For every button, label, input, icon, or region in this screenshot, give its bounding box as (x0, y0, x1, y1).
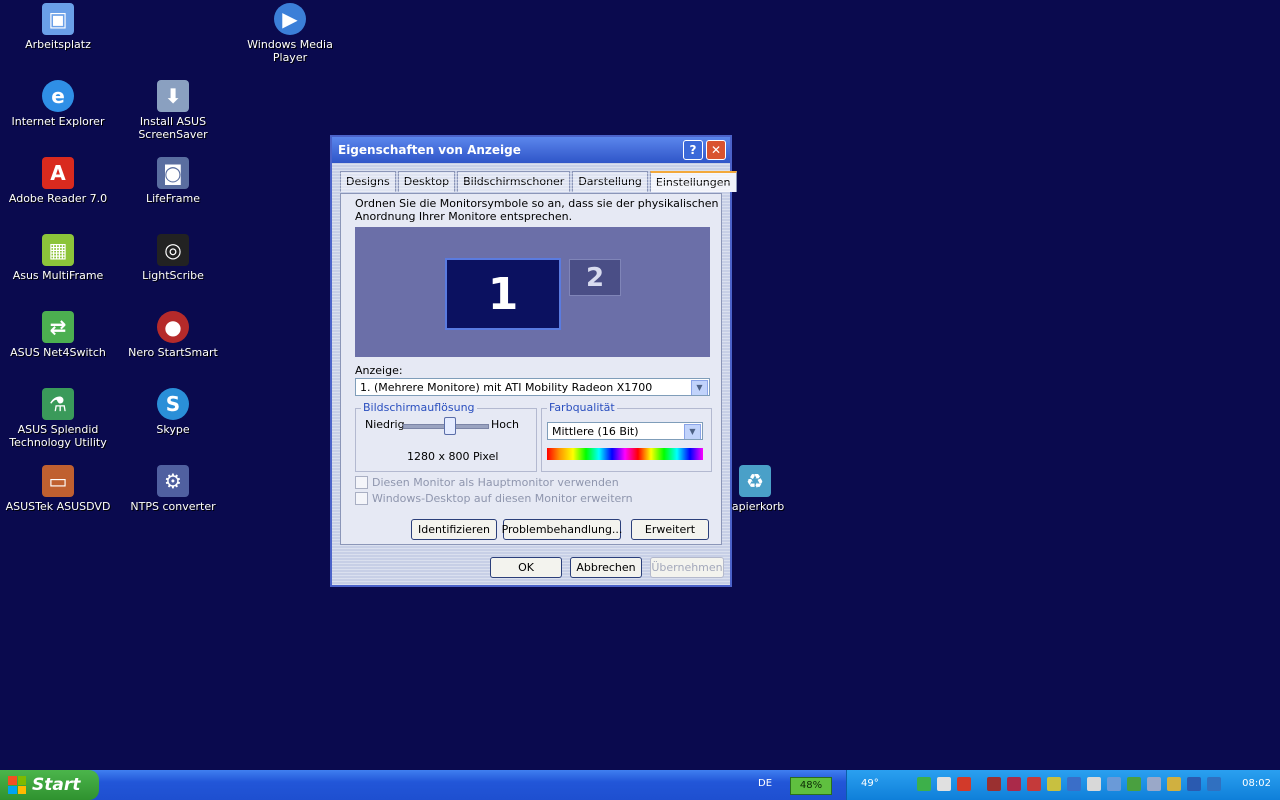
dialog-tabs: Designs Desktop Bildschirmschoner Darste… (332, 163, 737, 192)
display-select[interactable]: 1. (Mehrere Monitore) mit ATI Mobility R… (355, 378, 710, 396)
color-quality-group (541, 408, 712, 472)
color-quality-label: Farbqualität (547, 401, 617, 414)
resolution-slider-thumb[interactable] (443, 417, 456, 435)
monitor-1-icon[interactable]: 1 (445, 258, 561, 330)
apply-button[interactable]: Übernehmen (650, 557, 724, 578)
desktop-icon-install-asus-screensaver[interactable]: ⬇ Install ASUS ScreenSaver (118, 80, 228, 141)
display-select-value: 1. (Mehrere Monitore) mit ATI Mobility R… (360, 381, 653, 394)
lifeframe-icon: ◙ (157, 157, 189, 189)
desktop-icon-ntps-converter[interactable]: ⚙ NTPS converter (118, 465, 228, 513)
tray-display-icon[interactable] (1067, 777, 1081, 791)
desktop-icon-nero-startsmart[interactable]: ● Nero StartSmart (118, 311, 228, 359)
resolution-low-label: Niedrig (365, 418, 405, 431)
chevron-down-icon[interactable]: ▼ (684, 424, 701, 439)
tray-update-icon[interactable] (1127, 777, 1141, 791)
ntps-converter-icon: ⚙ (157, 465, 189, 497)
multiframe-icon: ▦ (42, 234, 74, 266)
resolution-high-label: Hoch (491, 418, 520, 431)
resolution-group-label: Bildschirmauflösung (361, 401, 477, 414)
cancel-button[interactable]: Abbrechen (570, 557, 642, 578)
tab-bildschirmschoner[interactable]: Bildschirmschoner (457, 171, 571, 192)
desktop-icon-skype[interactable]: S Skype (118, 388, 228, 436)
close-button[interactable]: ✕ (706, 140, 726, 160)
resolution-value: 1280 x 800 Pixel (407, 450, 499, 463)
instruction-text: Ordnen Sie die Monitorsymbole so an, das… (355, 197, 719, 223)
desktop-icon-asustek-asusdvd[interactable]: ▭ ASUSTek ASUSDVD (3, 465, 113, 513)
tray-clock-icon[interactable] (1087, 777, 1101, 791)
tray-gauge-icon[interactable] (937, 777, 951, 791)
skype-icon: S (157, 388, 189, 420)
troubleshoot-button[interactable]: Problembehandlung... (502, 519, 622, 540)
computer-icon: ▣ (42, 3, 74, 35)
checkbox-box[interactable] (355, 476, 368, 489)
asusdvd-icon: ▭ (42, 465, 74, 497)
start-button[interactable]: Start (0, 770, 99, 800)
display-properties-dialog: Eigenschaften von Anzeige ? ✕ Designs De… (330, 135, 737, 587)
tray-network-icon[interactable] (917, 777, 931, 791)
tray-bluetooth-icon[interactable] (1187, 777, 1201, 791)
tab-einstellungen[interactable]: Einstellungen (649, 171, 737, 192)
advanced-button[interactable]: Erweitert (631, 519, 709, 540)
splendid-icon: ⚗ (42, 388, 74, 420)
help-button[interactable]: ? (683, 140, 703, 160)
identify-button[interactable]: Identifizieren (411, 519, 497, 540)
tab-darstellung[interactable]: Darstellung (572, 171, 648, 192)
color-quality-value: Mittlere (16 Bit) (552, 425, 639, 438)
checkbox-box[interactable] (355, 492, 368, 505)
adobe-reader-icon: A (42, 157, 74, 189)
recycle-bin-icon: ♻ (739, 465, 771, 497)
dialog-titlebar[interactable]: Eigenschaften von Anzeige ? ✕ (332, 137, 730, 163)
extend-desktop-checkbox[interactable]: Windows-Desktop auf diesen Monitor erwei… (355, 492, 633, 505)
tray-security-icon[interactable] (957, 777, 971, 791)
desktop-icon-asus-splendid[interactable]: ⚗ ASUS Splendid Technology Utility (3, 388, 113, 449)
tray-help-icon[interactable] (1207, 777, 1221, 791)
lightscribe-icon: ◎ (157, 234, 189, 266)
temperature-readout: 49° (861, 778, 879, 789)
ok-button[interactable]: OK (490, 557, 562, 578)
desktop-icon-adobe-reader[interactable]: A Adobe Reader 7.0 (3, 157, 113, 205)
desktop-icon-arbeitsplatz[interactable]: ▣ Arbeitsplatz (3, 3, 113, 51)
settings-panel: Ordnen Sie die Monitorsymbole so an, das… (340, 193, 722, 545)
chevron-down-icon[interactable]: ▼ (691, 380, 708, 395)
tray-speaker-icon[interactable] (987, 777, 1001, 791)
tray-app-icon[interactable] (1007, 777, 1021, 791)
primary-monitor-checkbox[interactable]: Diesen Monitor als Hauptmonitor verwende… (355, 476, 619, 489)
tab-designs[interactable]: Designs (340, 171, 396, 192)
dialog-title: Eigenschaften von Anzeige (338, 143, 521, 157)
language-indicator[interactable]: DE (758, 778, 772, 789)
battery-indicator[interactable]: 48% (790, 777, 832, 795)
windows-logo-icon (8, 776, 26, 794)
media-player-icon: ▶ (274, 3, 306, 35)
taskbar: Start DE 48% 49° 08:02 (0, 770, 1280, 800)
internet-explorer-icon: e (42, 80, 74, 112)
color-quality-select[interactable]: Mittlere (16 Bit) ▼ (547, 422, 703, 440)
color-spectrum-bar (547, 448, 703, 460)
monitor-arrangement-area: 1 2 (355, 227, 710, 357)
tray-lock-icon[interactable] (1167, 777, 1181, 791)
desktop-icon-asus-multiframe[interactable]: ▦ Asus MultiFrame (3, 234, 113, 282)
desktop-icon-windows-media-player[interactable]: ▶ Windows Media Player (235, 3, 345, 64)
tray-omega-icon[interactable] (1027, 777, 1041, 791)
net4switch-icon: ⇄ (42, 311, 74, 343)
tab-desktop[interactable]: Desktop (397, 171, 456, 192)
monitor-2-icon[interactable]: 2 (569, 259, 621, 296)
desktop-icon-lightscribe[interactable]: ◎ LightScribe (118, 234, 228, 282)
desktop-icon-lifeframe[interactable]: ◙ LifeFrame (118, 157, 228, 205)
tray-keyboard-icon[interactable] (1047, 777, 1061, 791)
tray-wifi-icon[interactable] (1107, 777, 1121, 791)
system-tray: 49° 08:02 (846, 770, 1280, 800)
tray-device-icon[interactable] (1147, 777, 1161, 791)
desktop-icon-asus-net4switch[interactable]: ⇄ ASUS Net4Switch (3, 311, 113, 359)
install-icon: ⬇ (157, 80, 189, 112)
clock[interactable]: 08:02 (1242, 778, 1271, 789)
nero-icon: ● (157, 311, 189, 343)
display-label: Anzeige: (355, 364, 403, 377)
desktop-icon-internet-explorer[interactable]: e Internet Explorer (3, 80, 113, 128)
